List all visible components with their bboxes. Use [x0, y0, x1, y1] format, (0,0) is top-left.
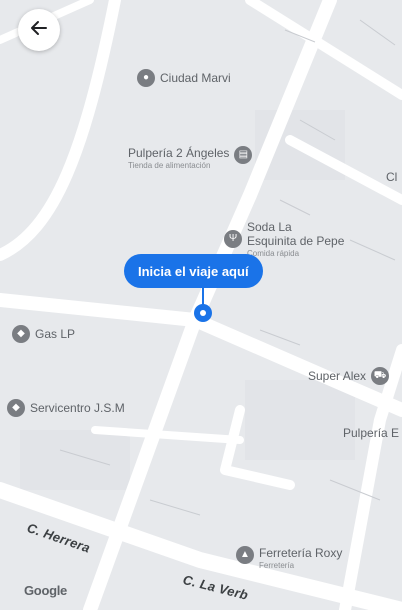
poi-label: Ciudad Marvi: [160, 71, 231, 85]
poi-edge-label[interactable]: Cl: [386, 170, 397, 184]
poi-category: Comida rápida: [247, 249, 300, 258]
store-icon: ◆: [7, 399, 25, 417]
poi-pulperia-e[interactable]: Pulpería E: [343, 426, 399, 440]
pickup-location-marker[interactable]: [194, 304, 212, 322]
poi-soda-la-esquinita[interactable]: Ψ Soda La Esquinita de Pepe Comida rápid…: [224, 220, 344, 258]
poi-label: Servicentro J.S.M: [30, 401, 125, 415]
google-logo: Google: [24, 583, 67, 598]
poi-label: Pulpería 2 Ángeles: [128, 146, 230, 160]
arrow-left-icon: [30, 19, 48, 42]
poi-label: Cl: [386, 170, 398, 184]
poi-pulperia-2-angeles[interactable]: Pulpería 2 Ángeles Tienda de alimentació…: [128, 146, 253, 170]
store-icon: ◆: [12, 325, 30, 343]
poi-ciudad-marvi[interactable]: ● Ciudad Marvi: [137, 69, 231, 87]
start-trip-pin-label[interactable]: Inicia el viaje aquí: [124, 254, 263, 288]
back-button[interactable]: [18, 9, 60, 51]
poi-category: Tienda de alimentación: [128, 161, 211, 170]
poi-gas-lp[interactable]: ◆ Gas LP: [12, 325, 75, 343]
restaurant-icon: Ψ: [224, 230, 242, 248]
poi-ferreteria-roxy[interactable]: ▲ Ferretería Roxy Ferretería: [236, 546, 342, 570]
poi-servicentro[interactable]: ◆ Servicentro J.S.M: [7, 399, 125, 417]
poi-label: Pulpería E: [343, 426, 400, 440]
map-view[interactable]: ● Ciudad Marvi Pulpería 2 Ángeles Tienda…: [0, 0, 402, 610]
poi-label: Gas LP: [35, 327, 76, 341]
poi-label: Super Alex: [308, 369, 367, 383]
poi-label-line2: Esquinita de Pepe: [247, 234, 345, 248]
poi-label-line1: Soda La: [247, 220, 292, 234]
poi-super-alex[interactable]: Super Alex ⛟: [308, 367, 390, 385]
poi-label: Ferretería Roxy: [259, 546, 343, 560]
cart-icon: ⛟: [371, 367, 390, 385]
shopping-icon: ●: [137, 69, 155, 87]
grocery-icon: ▤: [234, 146, 253, 164]
hardware-icon: ▲: [236, 546, 254, 564]
poi-category: Ferretería: [259, 561, 295, 570]
